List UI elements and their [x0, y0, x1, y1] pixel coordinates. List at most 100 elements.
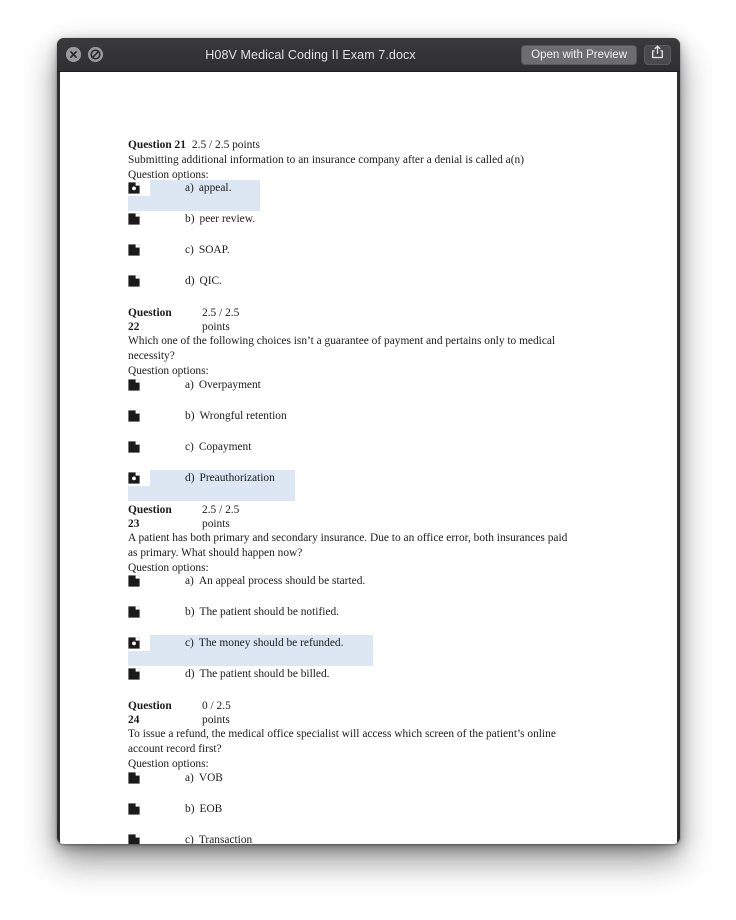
option-label: Copayment: [198, 440, 252, 453]
option-text: b) peer review.: [185, 212, 255, 227]
question-option-row[interactable]: b) EOB: [128, 803, 598, 834]
question-option-row[interactable]: d) QIC.: [128, 275, 598, 306]
option-letter: d): [185, 275, 195, 288]
question-number-word: Question: [128, 307, 172, 320]
option-label: An appeal process should be started.: [198, 575, 366, 588]
option-label: The patient should be billed.: [199, 668, 330, 681]
radio-unselected-icon[interactable]: [128, 410, 140, 422]
option-letter: c): [185, 637, 194, 650]
question-option-row[interactable]: c) Copayment: [128, 441, 598, 472]
question-option-row[interactable]: c) The money should be refunded.: [128, 635, 598, 668]
question-option-row[interactable]: a) appeal.: [128, 180, 598, 213]
titlebar-right-controls: Open with Preview: [521, 44, 671, 65]
radio-unselected-icon[interactable]: [128, 275, 140, 288]
option-label: Transaction: [198, 833, 253, 844]
titlebar-left-controls: [66, 47, 103, 62]
question-option-row[interactable]: c) Transaction: [128, 834, 598, 844]
radio-unselected-icon[interactable]: [128, 213, 140, 226]
question-points: 2.5 / 2.5 points: [191, 139, 260, 151]
question-options-label: Question options:: [128, 561, 209, 574]
document-scroll-surface[interactable]: Question 21 2.5 / 2.5 points Submitting ad…: [60, 72, 677, 844]
option-text: d) Preauthorization: [185, 471, 275, 486]
radio-unselected-icon[interactable]: [128, 575, 140, 588]
question-number-digits: 22: [128, 321, 140, 334]
option-letter: d): [185, 471, 195, 484]
question-block: Question 23 2.5 / 2.5 points A patient has b…: [128, 503, 598, 699]
option-text: c) SOAP.: [185, 243, 230, 258]
option-text: b) EOB: [185, 802, 222, 817]
option-text: d) QIC.: [185, 274, 222, 289]
radio-unselected-icon[interactable]: [128, 834, 140, 844]
option-letter: b): [185, 606, 195, 619]
radio-selected-icon[interactable]: [128, 637, 140, 650]
question-option-row[interactable]: d) The patient should be billed.: [128, 668, 598, 699]
option-letter: a): [185, 182, 194, 195]
question-option-row[interactable]: b) peer review.: [128, 213, 598, 244]
option-label: Wrongful retention: [199, 409, 287, 422]
question-block: Question 21 2.5 / 2.5 points Submitting ad…: [128, 138, 598, 306]
question-text-line: necessity?: [128, 350, 175, 363]
open-with-preview-button[interactable]: Open with Preview: [521, 44, 637, 65]
question-points-value: 2.5 / 2.5: [202, 503, 240, 516]
radio-unselected-icon[interactable]: [128, 772, 140, 784]
question-option-row[interactable]: b) The patient should be notified.: [128, 606, 598, 637]
option-label: Preauthorization: [199, 471, 275, 484]
radio-unselected-icon[interactable]: [128, 244, 140, 257]
question-option-row[interactable]: c) SOAP.: [128, 244, 598, 275]
screenshot-root: H08V Medical Coding II Exam 7.docx Open …: [0, 0, 736, 920]
option-letter: a): [185, 378, 194, 391]
question-option-row[interactable]: d) Preauthorization: [128, 469, 598, 503]
question-option-row[interactable]: b) Wrongful retention: [128, 410, 598, 441]
question-options-label: Question options:: [128, 758, 209, 771]
share-arrow-up-icon: [651, 45, 664, 64]
radio-selected-icon[interactable]: [128, 182, 140, 195]
option-letter: c): [185, 244, 194, 257]
question-block: Question 22 2.5 / 2.5 points Which one of th…: [128, 306, 598, 502]
question-option-row[interactable]: a) Overpayment: [128, 379, 598, 410]
question-option-row[interactable]: a) An appeal process should be started.: [128, 575, 598, 606]
question-points-value: 0 / 2.5: [202, 700, 231, 713]
radio-unselected-icon[interactable]: [128, 803, 140, 815]
option-label: Overpayment: [198, 378, 261, 391]
option-letter: c): [185, 440, 194, 453]
question-text-line: To issue a refund, the medical office sp…: [128, 728, 556, 741]
question-text-line: as primary. What should happen now?: [128, 546, 303, 559]
question-option-row[interactable]: a) VOB: [128, 772, 598, 803]
option-text: a) Overpayment: [185, 378, 261, 393]
question-text-line: A patient has both primary and secondary…: [128, 531, 568, 544]
option-text: d) The patient should be billed.: [185, 667, 330, 682]
close-circle-icon[interactable]: [66, 47, 81, 62]
window-title: H08V Medical Coding II Exam 7.docx: [205, 48, 416, 62]
question-number: Question 21: [128, 139, 186, 151]
option-text: a) VOB: [185, 771, 223, 786]
option-letter: b): [185, 409, 195, 422]
question-number-digits: 23: [128, 517, 140, 530]
question-points-word: points: [202, 517, 230, 530]
question-points-word: points: [202, 321, 230, 334]
question-header: Question 24 0 / 2.5 points: [128, 699, 598, 727]
window-titlebar: H08V Medical Coding II Exam 7.docx Open …: [57, 38, 680, 72]
radio-unselected-icon[interactable]: [128, 606, 140, 619]
share-button[interactable]: [644, 44, 671, 65]
option-text: c) The money should be refunded.: [185, 636, 343, 651]
radio-unselected-icon[interactable]: [128, 379, 140, 391]
no-entry-circle-icon[interactable]: [88, 47, 103, 62]
question-text-line: Which one of the following choices isn’t…: [128, 335, 556, 348]
question-text-line: account record first?: [128, 743, 222, 756]
option-label: appeal.: [198, 182, 232, 195]
radio-selected-icon[interactable]: [128, 472, 140, 484]
document-page: Question 21 2.5 / 2.5 points Submitting ad…: [60, 72, 677, 844]
option-label: The money should be refunded.: [198, 637, 344, 650]
question-options-label: Question options:: [128, 365, 209, 378]
question-header: Question 23 2.5 / 2.5 points: [128, 503, 598, 531]
option-letter: a): [185, 575, 194, 588]
question-block: Question 24 0 / 2.5 points To issue a refund…: [128, 699, 598, 844]
question-text-line: Submitting additional information to an …: [128, 153, 525, 166]
option-text: b) The patient should be notified.: [185, 605, 339, 620]
radio-unselected-icon[interactable]: [128, 441, 140, 453]
quicklook-window: H08V Medical Coding II Exam 7.docx Open …: [57, 38, 680, 844]
option-letter: b): [185, 213, 195, 226]
option-text: a) appeal.: [185, 181, 231, 196]
radio-unselected-icon[interactable]: [128, 668, 140, 681]
question-header: Question 21 2.5 / 2.5 points: [128, 138, 598, 153]
